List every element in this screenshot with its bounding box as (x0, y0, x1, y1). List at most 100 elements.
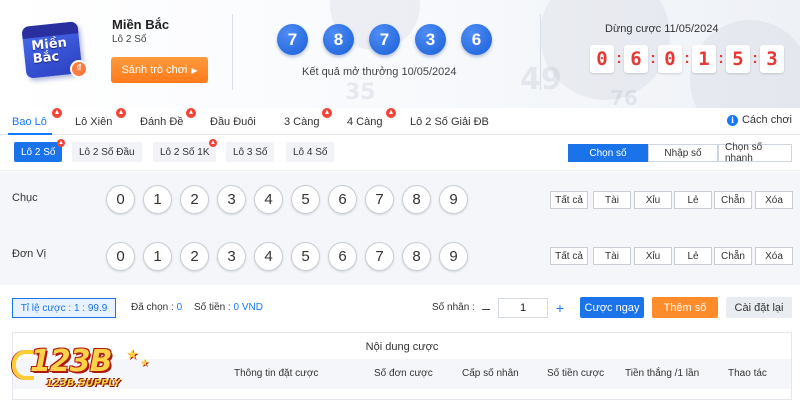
bet-type-tabs: Bao Lô ▲ Lô Xiên ▲ Đánh Đề ▲ Đầu Đuôi 3 … (0, 108, 800, 135)
select-high-button[interactable]: Tài (593, 247, 631, 265)
lobby-button-label: Sảnh trò chơi (121, 64, 188, 76)
hot-icon: ▲ (116, 108, 126, 118)
subtab-lo-2-so[interactable]: Lô 2 Số (14, 142, 63, 162)
lobby-button[interactable]: Sảnh trò chơi ▶ (111, 57, 208, 83)
subtab-lo-3-so[interactable]: Lô 3 Số (226, 142, 275, 162)
select-odd-button[interactable]: Lẻ (674, 247, 712, 265)
tab-lo-2-so-giai-db[interactable]: Lô 2 Số Giải ĐB (410, 116, 489, 128)
number-ball[interactable]: 2 (180, 185, 209, 214)
tab-4-cang[interactable]: 4 Càng (347, 116, 382, 128)
tab-dau-duoi[interactable]: Đầu Đuôi (210, 116, 256, 128)
bet-now-button[interactable]: Cược ngay (580, 297, 644, 318)
number-ball[interactable]: 5 (291, 185, 320, 214)
result-caption: Kết quả mở thưởng 10/05/2024 (302, 66, 457, 78)
result-ball: 6 (461, 24, 492, 55)
tab-lo-xien[interactable]: Lô Xiên (75, 116, 112, 128)
result-ball: 3 (415, 24, 446, 55)
divider (540, 14, 541, 90)
mode-quick-pick[interactable]: Chọn số nhanh (718, 142, 792, 164)
timer-digit: 3 (760, 45, 784, 73)
multiplier-input[interactable]: 1 (498, 298, 548, 318)
number-ball[interactable]: 8 (402, 242, 431, 271)
number-ball[interactable]: 9 (439, 242, 468, 271)
column-header: Thông tin đặt cược (234, 368, 319, 379)
number-ball[interactable]: 3 (217, 242, 246, 271)
bet-amount: Số tiền : 0 VND (194, 302, 263, 313)
timer-digit: 1 (692, 45, 716, 73)
game-header: 49 35 76 Miền Bắc ₫ Miền Bắc Lô 2 Số Sản… (0, 0, 800, 108)
number-ball[interactable]: 1 (143, 185, 172, 214)
tab-bao-lo[interactable]: Bao Lô (12, 116, 47, 128)
increase-button[interactable]: + (548, 300, 572, 316)
select-low-button[interactable]: Xỉu (634, 191, 672, 209)
number-ball[interactable]: 7 (365, 185, 394, 214)
mode-choose-number[interactable]: Chọn số (568, 144, 648, 162)
subtab-lo-2-so-1k[interactable]: Lô 2 Số 1K (153, 142, 217, 162)
region-logo: Miền Bắc ₫ (20, 20, 96, 80)
hot-icon: ▲ (209, 139, 217, 147)
bg-decoration: 35 (345, 80, 376, 105)
select-even-button[interactable]: Chẵn (714, 191, 752, 209)
multiplier-label: Số nhân : (432, 302, 475, 313)
column-header: Thao tác (728, 368, 767, 379)
number-ball[interactable]: 4 (254, 185, 283, 214)
timer-digit: 6 (624, 45, 648, 73)
result-numbers: 7 8 7 3 6 (277, 24, 492, 55)
select-low-button[interactable]: Xỉu (634, 247, 672, 265)
select-all-button[interactable]: Tất cả (550, 191, 588, 209)
hot-icon: ▲ (186, 108, 196, 118)
add-number-button[interactable]: Thêm số (652, 297, 718, 318)
result-ball: 8 (323, 24, 354, 55)
timer-digit: 5 (726, 45, 750, 73)
number-ball[interactable]: 6 (328, 242, 357, 271)
star-icon: ★ (126, 346, 139, 362)
number-ball[interactable]: 6 (328, 185, 357, 214)
clear-button[interactable]: Xóa (755, 191, 793, 209)
select-high-button[interactable]: Tài (593, 191, 631, 209)
number-ball[interactable]: 2 (180, 242, 209, 271)
hot-icon: ▲ (322, 108, 332, 118)
divider (232, 14, 233, 90)
column-header: Số đơn cược (374, 368, 433, 379)
tab-3-cang[interactable]: 3 Càng (284, 116, 319, 128)
select-all-button[interactable]: Tất cả (550, 247, 588, 265)
hot-icon: ▲ (386, 108, 396, 118)
coin-icon: ₫ (70, 60, 88, 78)
amount-value: 0 VND (233, 302, 263, 313)
timer-separator: : (616, 50, 622, 67)
clear-button[interactable]: Xóa (755, 247, 793, 265)
timer-digit: 0 (590, 45, 614, 73)
subtab-lo-4-so[interactable]: Lô 4 Số (286, 142, 335, 162)
play-arrow-icon: ▶ (191, 65, 198, 75)
input-mode-group: Chọn số Nhập số Chọn số nhanh (568, 142, 792, 164)
tab-danh-de[interactable]: Đánh Đề (140, 116, 183, 128)
number-ball[interactable]: 0 (106, 185, 135, 214)
select-even-button[interactable]: Chẵn (714, 247, 752, 265)
number-ball[interactable]: 5 (291, 242, 320, 271)
number-ball[interactable]: 0 (106, 242, 135, 271)
number-ball[interactable]: 1 (143, 242, 172, 271)
decrease-button[interactable]: – (474, 300, 498, 316)
number-ball[interactable]: 9 (439, 185, 468, 214)
timer-separator: : (752, 50, 758, 67)
column-header: Tiền thắng /1 lần (625, 368, 700, 379)
selected-label: Đã chọn : (131, 302, 174, 313)
number-ball[interactable]: 3 (217, 185, 246, 214)
select-odd-button[interactable]: Lẻ (674, 191, 712, 209)
timer-separator: : (650, 50, 656, 67)
selected-value: 0 (176, 302, 183, 313)
subtab-lo-2-so-dau[interactable]: Lô 2 Số Đầu (72, 142, 142, 162)
info-icon: i (726, 114, 738, 126)
brand-watermark: 123B ★ ★ 123B.SUPPLY (8, 344, 170, 396)
number-ball[interactable]: 8 (402, 185, 431, 214)
region-name: Miền Bắc (112, 17, 170, 32)
mode-enter-number[interactable]: Nhập số (648, 144, 718, 162)
timer-separator: : (684, 50, 690, 67)
amount-label: Số tiền : (194, 302, 231, 313)
how-to-play-link[interactable]: i Cách chơi (726, 114, 792, 126)
reset-button[interactable]: Cài đặt lại (726, 297, 792, 318)
result-ball: 7 (369, 24, 400, 55)
hot-icon: ▲ (52, 108, 62, 118)
number-ball[interactable]: 7 (365, 242, 394, 271)
number-ball[interactable]: 4 (254, 242, 283, 271)
